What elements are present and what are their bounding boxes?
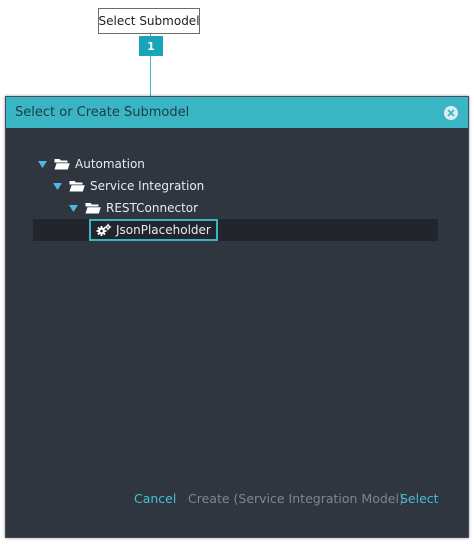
tree-node-jsonplaceholder[interactable]: JsonPlaceholder xyxy=(33,219,438,241)
callout-label: Select Submodel xyxy=(98,8,200,34)
gears-icon xyxy=(96,223,112,237)
tree-node-automation[interactable]: Automation xyxy=(33,153,438,175)
submodel-tree: Automation Service Integration RESTConne… xyxy=(33,153,438,241)
callout-number-badge: 1 xyxy=(139,36,163,56)
tree-node-label: JsonPlaceholder xyxy=(116,223,211,237)
tree-node-label: Automation xyxy=(75,157,145,171)
cancel-button[interactable]: Cancel xyxy=(134,491,176,506)
close-icon[interactable] xyxy=(444,106,458,120)
select-button[interactable]: Select xyxy=(400,491,439,506)
dialog-titlebar: Select or Create Submodel xyxy=(6,97,468,128)
folder-open-icon xyxy=(54,158,70,170)
expand-triangle-icon[interactable] xyxy=(52,181,62,191)
create-button[interactable]: Create (Service Integration Model) xyxy=(188,491,404,506)
dialog-title: Select or Create Submodel xyxy=(15,105,190,120)
dialog-footer: Cancel Create (Service Integration Model… xyxy=(6,491,468,511)
expand-triangle-icon[interactable] xyxy=(68,203,78,213)
tree-node-restconnector[interactable]: RESTConnector xyxy=(33,197,438,219)
tree-node-label: RESTConnector xyxy=(106,201,199,215)
folder-open-icon xyxy=(69,180,85,192)
tree-node-service-integration[interactable]: Service Integration xyxy=(33,175,438,197)
select-submodel-dialog: Select or Create Submodel Automation Ser… xyxy=(5,96,469,538)
expand-triangle-icon[interactable] xyxy=(37,159,47,169)
selected-highlight[interactable]: JsonPlaceholder xyxy=(89,219,218,241)
tree-node-label: Service Integration xyxy=(90,179,205,193)
folder-open-icon xyxy=(85,202,101,214)
